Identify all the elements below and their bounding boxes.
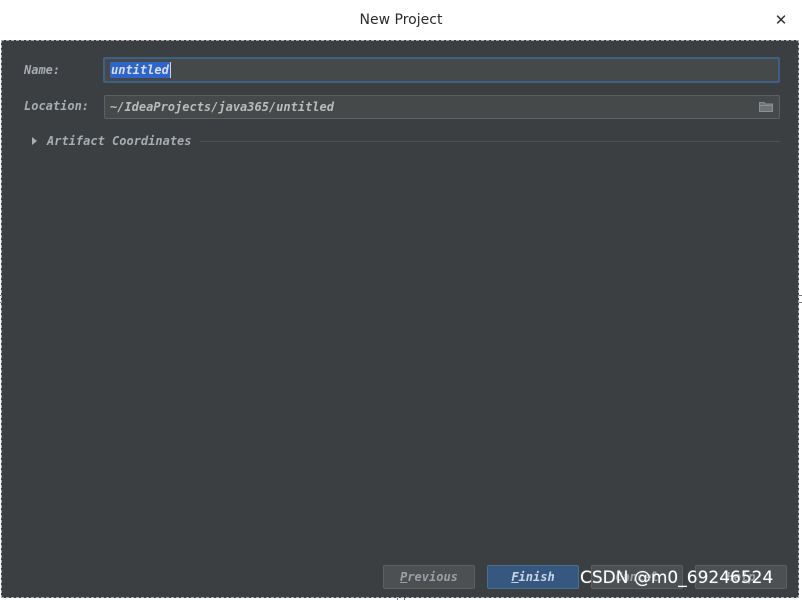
artifact-coordinates-label: Artifact Coordinates <box>47 134 192 148</box>
name-label: Name: <box>24 63 61 77</box>
location-label: Location: <box>24 99 90 113</box>
new-project-dialog: New Project ✕ Name: untitled Location: ~… <box>0 0 802 600</box>
finish-mnemonic: F <box>511 570 519 584</box>
folder-icon[interactable] <box>759 101 773 112</box>
previous-mnemonic: P <box>400 570 408 584</box>
dialog-content: Name: untitled Location: ~/IdeaProjects/… <box>1 40 799 598</box>
text-caret <box>169 62 171 78</box>
dialog-title: New Project <box>359 12 443 28</box>
previous-button[interactable]: Previous <box>383 565 475 589</box>
location-input-value: ~/IdeaProjects/java365/untitled <box>110 100 334 114</box>
cancel-button[interactable]: Cancel <box>591 565 683 589</box>
close-icon[interactable]: ✕ <box>772 10 790 30</box>
title-bar: New Project ✕ <box>0 0 802 40</box>
name-input-value: untitled <box>110 62 170 78</box>
artifact-coordinates-section[interactable]: Artifact Coordinates <box>30 133 780 149</box>
section-divider <box>199 140 780 142</box>
help-label: Help <box>726 570 756 584</box>
name-input[interactable]: untitled <box>103 57 780 83</box>
previous-label: revious <box>407 570 458 584</box>
help-button[interactable]: Help <box>695 565 787 589</box>
finish-button[interactable]: Finish <box>487 565 579 589</box>
triangle-right-icon[interactable] <box>32 137 37 145</box>
cancel-label: Cancel <box>615 570 659 584</box>
finish-label: inish <box>518 570 555 584</box>
location-input[interactable]: ~/IdeaProjects/java365/untitled <box>104 95 780 119</box>
